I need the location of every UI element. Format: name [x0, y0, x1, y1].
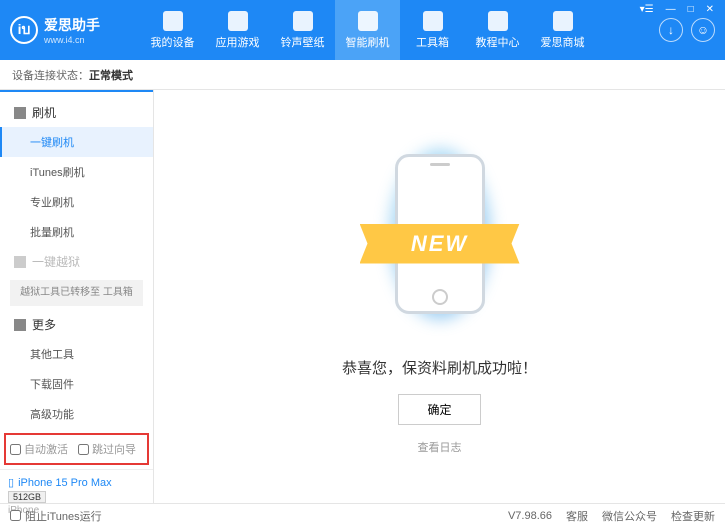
lock-icon [14, 256, 26, 268]
status-value: 正常模式 [89, 67, 133, 83]
device-storage: 512GB [8, 491, 46, 503]
logo-icon: iบ [10, 16, 38, 44]
nav-tutorials[interactable]: 教程中心 [465, 0, 530, 60]
sidebar-download-firmware[interactable]: 下载固件 [0, 369, 153, 399]
win-menu-icon[interactable]: ▾☰ [637, 4, 657, 15]
block-itunes-checkbox[interactable]: 阻止iTunes运行 [10, 508, 102, 524]
nav-my-device[interactable]: 我的设备 [140, 0, 205, 60]
top-nav: 我的设备 应用游戏 铃声壁纸 智能刷机 工具箱 教程中心 爱思商城 [140, 0, 659, 60]
nav-store[interactable]: 爱思商城 [530, 0, 595, 60]
user-button[interactable]: ☺ [691, 18, 715, 42]
store-icon [553, 11, 573, 31]
more-icon [14, 319, 26, 331]
nav-ringtones[interactable]: 铃声壁纸 [270, 0, 335, 60]
tutorial-icon [488, 11, 508, 31]
phone-icon: ▯ [8, 476, 14, 489]
apps-icon [228, 11, 248, 31]
sidebar-flash-header[interactable]: 刷机 [0, 98, 153, 127]
app-name: 爱思助手 [44, 15, 100, 35]
sidebar-batch-flash[interactable]: 批量刷机 [0, 217, 153, 247]
sidebar-advanced[interactable]: 高级功能 [0, 399, 153, 429]
flash-section-icon [14, 107, 26, 119]
status-bar: 设备连接状态： 正常模式 [0, 60, 725, 90]
win-min-icon[interactable]: — [663, 4, 679, 15]
success-illustration: NEW [370, 139, 510, 339]
skip-guide-checkbox[interactable]: 跳过向导 [78, 441, 136, 457]
version-label: V7.98.66 [508, 510, 552, 522]
sidebar-other-tools[interactable]: 其他工具 [0, 339, 153, 369]
footer-wechat[interactable]: 微信公众号 [602, 508, 657, 524]
main-content: NEW 恭喜您，保资料刷机成功啦！ 确定 查看日志 [154, 90, 725, 503]
win-max-icon[interactable]: □ [685, 4, 697, 15]
app-url: www.i4.cn [44, 35, 100, 45]
sidebar: 刷机 一键刷机 iTunes刷机 专业刷机 批量刷机 一键越狱 越狱工具已转移至… [0, 90, 154, 503]
device-icon [163, 11, 183, 31]
header: iบ 爱思助手 www.i4.cn 我的设备 应用游戏 铃声壁纸 智能刷机 工具… [0, 0, 725, 60]
success-message: 恭喜您，保资料刷机成功啦！ [342, 357, 537, 378]
nav-toolbox[interactable]: 工具箱 [400, 0, 465, 60]
sidebar-jailbreak-header: 一键越狱 [0, 247, 153, 276]
footer-update[interactable]: 检查更新 [671, 508, 715, 524]
ringtone-icon [293, 11, 313, 31]
sidebar-itunes-flash[interactable]: iTunes刷机 [0, 157, 153, 187]
view-log-link[interactable]: 查看日志 [418, 439, 462, 455]
status-label: 设备连接状态： [12, 67, 89, 83]
nav-flash[interactable]: 智能刷机 [335, 0, 400, 60]
new-ribbon: NEW [360, 224, 520, 264]
toolbox-icon [423, 11, 443, 31]
checkbox-highlighted-area: 自动激活 跳过向导 [4, 433, 149, 465]
nav-apps[interactable]: 应用游戏 [205, 0, 270, 60]
sidebar-pro-flash[interactable]: 专业刷机 [0, 187, 153, 217]
logo: iบ 爱思助手 www.i4.cn [10, 15, 140, 45]
sidebar-oneclick-flash[interactable]: 一键刷机 [0, 127, 153, 157]
flash-icon [358, 11, 378, 31]
sidebar-more-header[interactable]: 更多 [0, 310, 153, 339]
download-button[interactable]: ↓ [659, 18, 683, 42]
win-close-icon[interactable]: ✕ [703, 4, 717, 15]
confirm-button[interactable]: 确定 [398, 394, 480, 425]
auto-activate-checkbox[interactable]: 自动激活 [10, 441, 68, 457]
sidebar-jailbreak-note: 越狱工具已转移至 工具箱 [10, 280, 143, 306]
footer-support[interactable]: 客服 [566, 508, 588, 524]
